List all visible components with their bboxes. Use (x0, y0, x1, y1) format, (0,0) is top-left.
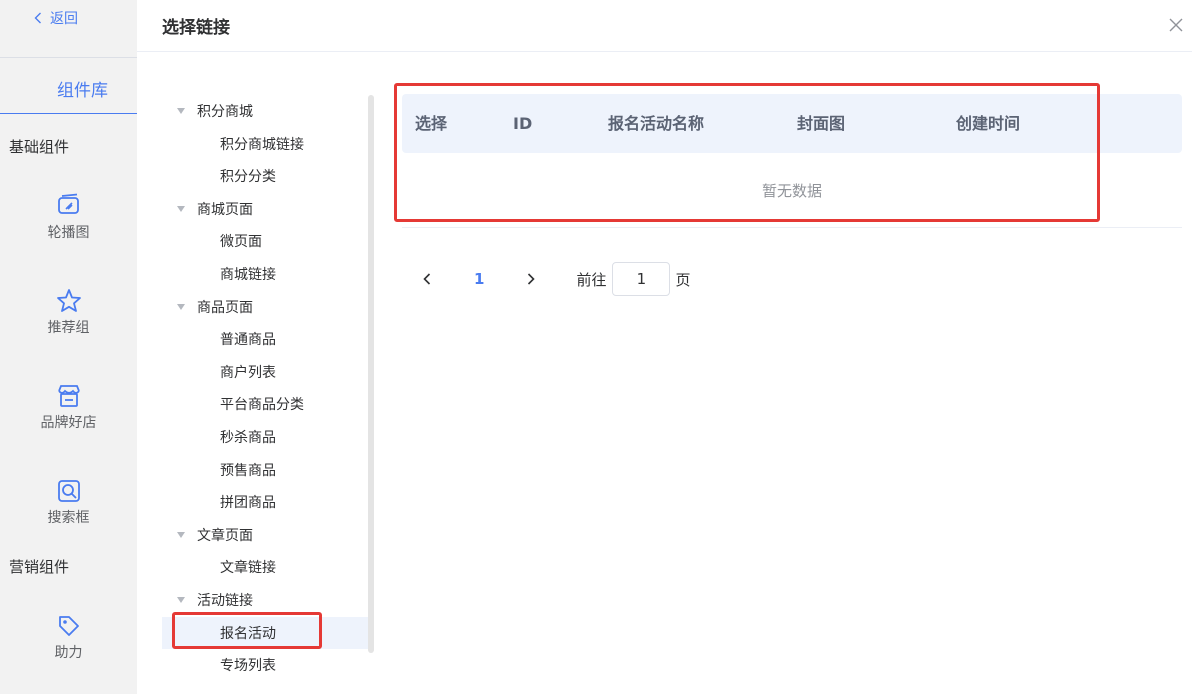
component-assist[interactable]: 助力 (0, 612, 137, 662)
tree-item[interactable]: 商城链接 (162, 258, 368, 290)
component-label: 品牌好店 (40, 415, 97, 431)
star-icon (56, 289, 81, 312)
component-brand-store[interactable]: 品牌好店 (0, 382, 137, 432)
store-icon (57, 385, 80, 407)
tree-label: 报名活动 (220, 626, 276, 642)
group-title-marketing: 营销组件 (9, 558, 70, 576)
caret-down-icon[interactable] (177, 597, 185, 603)
caret-down-icon[interactable] (177, 206, 185, 212)
tree-item[interactable]: 平台商品分类 (162, 388, 368, 420)
tree-label: 预售商品 (220, 463, 276, 479)
tree-label: 商城页面 (197, 202, 253, 218)
component-label: 搜索框 (47, 510, 90, 526)
component-label: 推荐组 (47, 320, 90, 336)
caret-down-icon[interactable] (177, 108, 185, 114)
tree-label: 秒杀商品 (220, 430, 276, 446)
component-sidebar: 返回 组件库 基础组件 轮播图 推荐组 品牌好店 搜索框 营销组件 助力 (0, 0, 137, 694)
empty-state-text: 暂无数据 (761, 182, 822, 200)
table-bottom-border (402, 227, 1182, 228)
active-tab-underline (0, 113, 137, 114)
component-search-box[interactable]: 搜索框 (0, 477, 137, 527)
tree-group[interactable]: 活动链接 (162, 584, 368, 616)
tree-item[interactable]: 积分分类 (162, 160, 368, 192)
goto-label: 前往 (576, 270, 607, 289)
component-recommend[interactable]: 推荐组 (0, 287, 137, 337)
tree-item[interactable]: 秒杀商品 (162, 421, 368, 453)
tree-label: 文章页面 (197, 528, 253, 544)
column-header-name: 报名活动名称 (608, 114, 705, 133)
component-carousel[interactable]: 轮播图 (0, 192, 137, 242)
pagination: 1 前往 页 (418, 262, 690, 296)
tree-group[interactable]: 积分商城 (162, 95, 368, 127)
tree-label: 微页面 (220, 234, 262, 250)
tree-item[interactable]: 商户列表 (162, 356, 368, 388)
tree-label: 专场列表 (220, 658, 276, 674)
tree-group[interactable]: 商品页面 (162, 291, 368, 323)
component-label: 轮播图 (47, 225, 90, 241)
back-label: 返回 (50, 11, 78, 27)
tag-icon (58, 616, 79, 636)
caret-down-icon[interactable] (177, 532, 185, 538)
column-header-id: ID (513, 114, 533, 133)
tree-label: 积分分类 (220, 169, 276, 185)
carousel-icon (57, 193, 79, 214)
divider (0, 57, 137, 58)
table-header: 选择 ID 报名活动名称 封面图 创建时间 (402, 94, 1182, 153)
tree-label: 商城链接 (220, 267, 276, 283)
tree-scrollbar[interactable] (368, 95, 374, 653)
tree-item[interactable]: 拼团商品 (162, 486, 368, 518)
dialog-header-divider (137, 51, 1192, 52)
tree-group[interactable]: 文章页面 (162, 519, 368, 551)
tree-label: 商品页面 (197, 300, 253, 316)
page-suffix-label: 页 (675, 270, 691, 289)
component-label: 助力 (54, 645, 83, 661)
tree-label: 商户列表 (220, 365, 276, 381)
tree-item[interactable]: 文章链接 (162, 551, 368, 583)
tree-label: 普通商品 (220, 332, 276, 348)
activity-table: 选择 ID 报名活动名称 封面图 创建时间 (402, 94, 1182, 153)
tree-label: 文章链接 (220, 560, 276, 576)
tree-item[interactable]: 报名活动 (162, 617, 368, 649)
tree-item[interactable]: 积分商城链接 (162, 128, 368, 160)
tree-item[interactable]: 微页面 (162, 225, 368, 257)
back-button[interactable]: 返回 (34, 8, 78, 28)
next-page-button[interactable] (522, 262, 540, 296)
prev-page-button[interactable] (418, 262, 436, 296)
group-title-basic: 基础组件 (9, 138, 70, 156)
chevron-left-icon (34, 12, 41, 24)
page-number[interactable]: 1 (474, 270, 484, 288)
tree-label: 积分商城 (197, 104, 253, 120)
column-header-cover: 封面图 (797, 114, 846, 133)
component-library-tab[interactable]: 组件库 (57, 76, 108, 101)
close-icon[interactable] (1167, 16, 1185, 34)
tree-label: 拼团商品 (220, 495, 276, 511)
chevron-left-icon (423, 273, 431, 285)
column-header-created: 创建时间 (956, 114, 1021, 133)
tree-item[interactable]: 预售商品 (162, 454, 368, 486)
caret-down-icon[interactable] (177, 304, 185, 310)
column-header-select: 选择 (415, 114, 448, 133)
tree-label: 平台商品分类 (220, 397, 304, 413)
tree-item[interactable]: 专场列表 (162, 649, 368, 681)
tree-item[interactable]: 普通商品 (162, 323, 368, 355)
chevron-right-icon (528, 273, 536, 285)
tree-label: 积分商城链接 (220, 137, 304, 153)
tree-label: 活动链接 (197, 593, 253, 609)
tree-group[interactable]: 商城页面 (162, 193, 368, 225)
search-icon (57, 480, 80, 502)
dialog-title: 选择链接 (162, 18, 230, 38)
goto-page-input[interactable] (612, 262, 671, 296)
